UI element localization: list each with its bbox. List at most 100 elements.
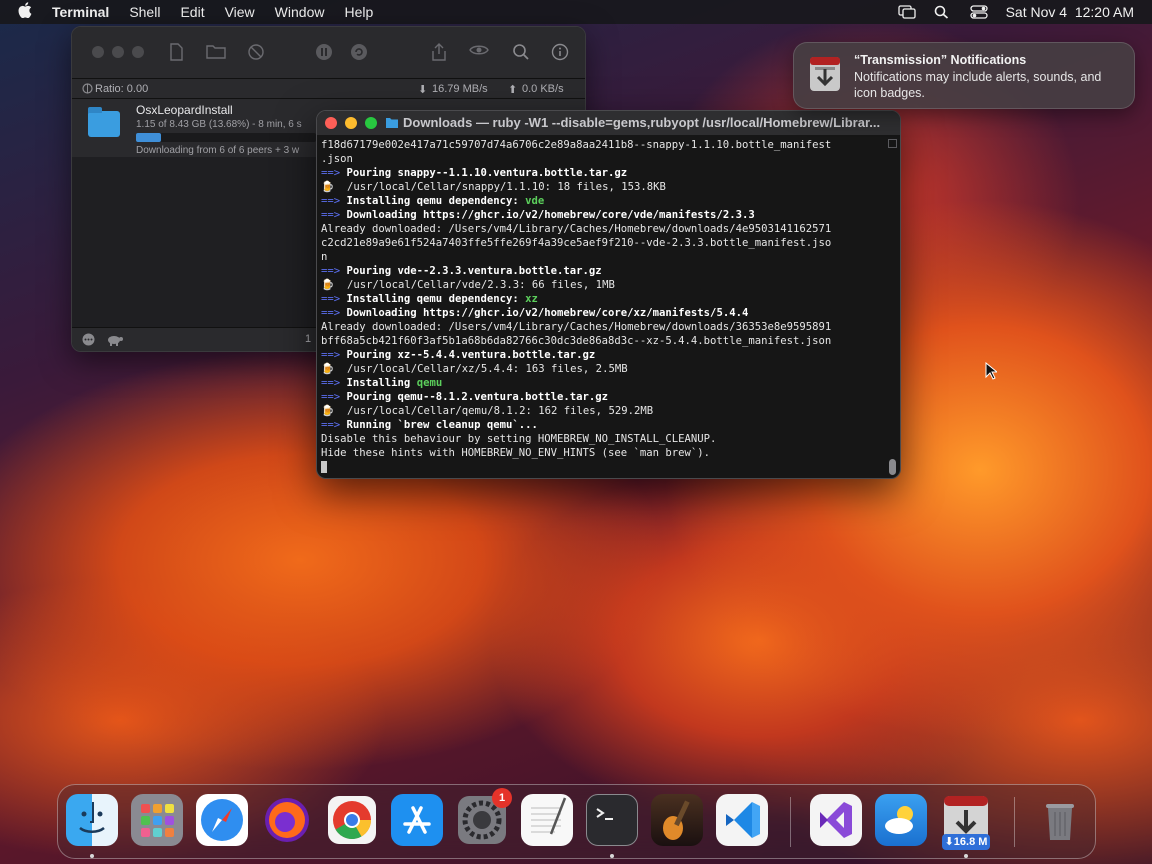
menu-view[interactable]: View [225, 4, 255, 20]
transmission-running-dot [964, 854, 968, 858]
pause-all-icon[interactable] [314, 43, 334, 63]
ratio-label: Ratio: 0.00 [95, 83, 149, 95]
vscode-icon[interactable] [716, 794, 768, 846]
menu-edit[interactable]: Edit [180, 4, 204, 20]
torrent-progress-fill [136, 133, 161, 142]
download-rate-badge: ⬇16.8 M [942, 834, 990, 850]
terminal-text: Downloading https://ghcr.io/v2/homebrew/… [346, 307, 749, 319]
screen-mirroring-icon[interactable] [897, 5, 916, 19]
terminal-text: ==> [321, 265, 347, 277]
finder-icon[interactable] [66, 794, 118, 846]
apple-menu-icon[interactable] [18, 2, 38, 22]
terminal-line: 🍺 /usr/local/Cellar/vde/2.3.3: 66 files,… [321, 278, 885, 292]
share-icon[interactable] [429, 43, 449, 63]
notification-banner[interactable]: “Transmission” Notifications Notificatio… [793, 42, 1135, 109]
terminal-line: ==> Pouring snappy--1.1.10.ventura.bottl… [321, 166, 885, 180]
menu-help[interactable]: Help [344, 4, 373, 20]
chrome-icon[interactable] [326, 794, 378, 846]
system-settings-icon[interactable]: 1 [456, 788, 512, 846]
terminal-text: qemu [416, 377, 443, 389]
terminal-text: Hide these hints with HOMEBREW_NO_ENV_HI… [321, 447, 711, 459]
turtle-speed-limit-icon[interactable] [106, 333, 124, 351]
torrent-name: OsxLeopardInstall [136, 103, 233, 117]
quicklook-eye-icon[interactable] [469, 43, 489, 63]
terminal-line: Hide these hints with HOMEBREW_NO_ENV_HI… [321, 446, 885, 460]
terminal-window[interactable]: Downloads — ruby -W1 --disable=gems,ruby… [316, 110, 901, 479]
scrollbar-thumb[interactable] [889, 459, 896, 475]
textedit-icon[interactable] [521, 794, 573, 846]
finder-running-dot [90, 854, 94, 858]
trash-icon[interactable] [1034, 794, 1086, 846]
terminal-line: c2cd21e89a9e61f524a7403ffe5ffe269f4a39ce… [321, 236, 885, 250]
weather-icon[interactable] [875, 794, 927, 846]
terminal-line: ==> Downloading https://ghcr.io/v2/homeb… [321, 208, 885, 222]
filter-search-icon[interactable] [511, 43, 531, 63]
terminal-line: ==> Pouring vde--2.3.3.ventura.bottle.ta… [321, 264, 885, 278]
terminal-text: ==> [321, 377, 347, 389]
terminal-text: ==> [321, 293, 347, 305]
terminal-line: ==> Running `brew cleanup qemu`... [321, 418, 885, 432]
transmission-icon[interactable]: ⬇16.8 M [940, 794, 992, 850]
control-center-icon[interactable] [969, 5, 988, 19]
open-torrent-icon[interactable] [166, 43, 186, 63]
terminal-text: Disable this behaviour by setting HOMEBR… [321, 433, 717, 445]
text-cursor [321, 461, 327, 473]
terminal-line: ==> Installing qemu [321, 376, 885, 390]
scroll-indicator-icon [888, 139, 897, 148]
minimize-button[interactable] [345, 117, 357, 129]
terminal-text: Already downloaded: /Users/vm4/Library/C… [321, 223, 832, 235]
terminal-text: Installing qemu dependency: [346, 195, 526, 207]
visual-studio-icon[interactable] [810, 794, 862, 846]
terminal-text: ==> [321, 419, 347, 431]
terminal-text: Already downloaded: /Users/vm4/Library/C… [321, 321, 832, 333]
menu-shell[interactable]: Shell [129, 4, 160, 20]
terminal-line: 🍺 /usr/local/Cellar/snappy/1.1.10: 18 fi… [321, 180, 885, 194]
terminal-line: ==> Installing qemu dependency: xz [321, 292, 885, 306]
folder-proxy-icon[interactable] [385, 116, 399, 134]
terminal-text: Downloading https://ghcr.io/v2/homebrew/… [346, 209, 755, 221]
safari-icon[interactable] [196, 794, 248, 846]
menu-app-terminal[interactable]: Terminal [52, 4, 109, 20]
zoom-button[interactable] [365, 117, 377, 129]
action-menu-icon[interactable] [82, 333, 95, 351]
torrent-count: 1 [305, 333, 312, 345]
settings-notification-badge: 1 [492, 788, 512, 808]
terminal-text: c2cd21e89a9e61f524a7403ffe5ffe269f4a39ce… [321, 237, 832, 249]
dock: 1 ⬇16.8 M [57, 784, 1096, 859]
terminal-text: ==> [321, 307, 347, 319]
spotlight-search-icon[interactable] [934, 5, 952, 19]
app-store-icon[interactable] [391, 794, 443, 846]
terminal-output[interactable]: f18d67179e002e417a71c59707d74a6706c2e89a… [321, 138, 885, 476]
folder-icon[interactable] [206, 43, 226, 63]
close-button[interactable] [92, 46, 104, 58]
terminal-text: ==> [321, 195, 347, 207]
remove-icon[interactable] [246, 43, 266, 63]
mouse-pointer-icon [985, 361, 999, 380]
terminal-text: ==> [321, 391, 347, 403]
terminal-icon[interactable] [586, 794, 638, 846]
resume-all-icon[interactable] [349, 43, 369, 63]
terminal-text: vde [525, 195, 545, 207]
download-arrow-icon: ⬇ [418, 84, 428, 96]
menubar-clock[interactable]: Sat Nov 4 12:20 AM [1006, 4, 1134, 20]
firefox-icon[interactable] [261, 794, 313, 846]
terminal-scrollbar[interactable] [888, 139, 897, 477]
menu-window[interactable]: Window [275, 4, 325, 20]
minimize-button[interactable] [112, 46, 124, 58]
launchpad-icon[interactable] [131, 794, 183, 846]
garageband-icon[interactable] [651, 794, 703, 846]
info-icon[interactable] [550, 43, 570, 63]
close-button[interactable] [325, 117, 337, 129]
terminal-text: Running `brew cleanup qemu`... [346, 419, 538, 431]
torrent-folder-icon [88, 107, 120, 137]
terminal-prompt-line[interactable] [321, 460, 885, 474]
terminal-text: n [321, 251, 328, 263]
dock-separator [790, 797, 791, 847]
torrent-progress-bar [136, 133, 316, 142]
terminal-text: Pouring snappy--1.1.10.ventura.bottle.ta… [346, 167, 628, 179]
terminal-line: Already downloaded: /Users/vm4/Library/C… [321, 222, 885, 236]
zoom-button[interactable] [132, 46, 144, 58]
terminal-text: 🍺 /usr/local/Cellar/vde/2.3.3: 66 files,… [321, 279, 615, 291]
terminal-text: Installing [346, 377, 417, 389]
terminal-titlebar[interactable]: Downloads — ruby -W1 --disable=gems,ruby… [317, 111, 900, 135]
